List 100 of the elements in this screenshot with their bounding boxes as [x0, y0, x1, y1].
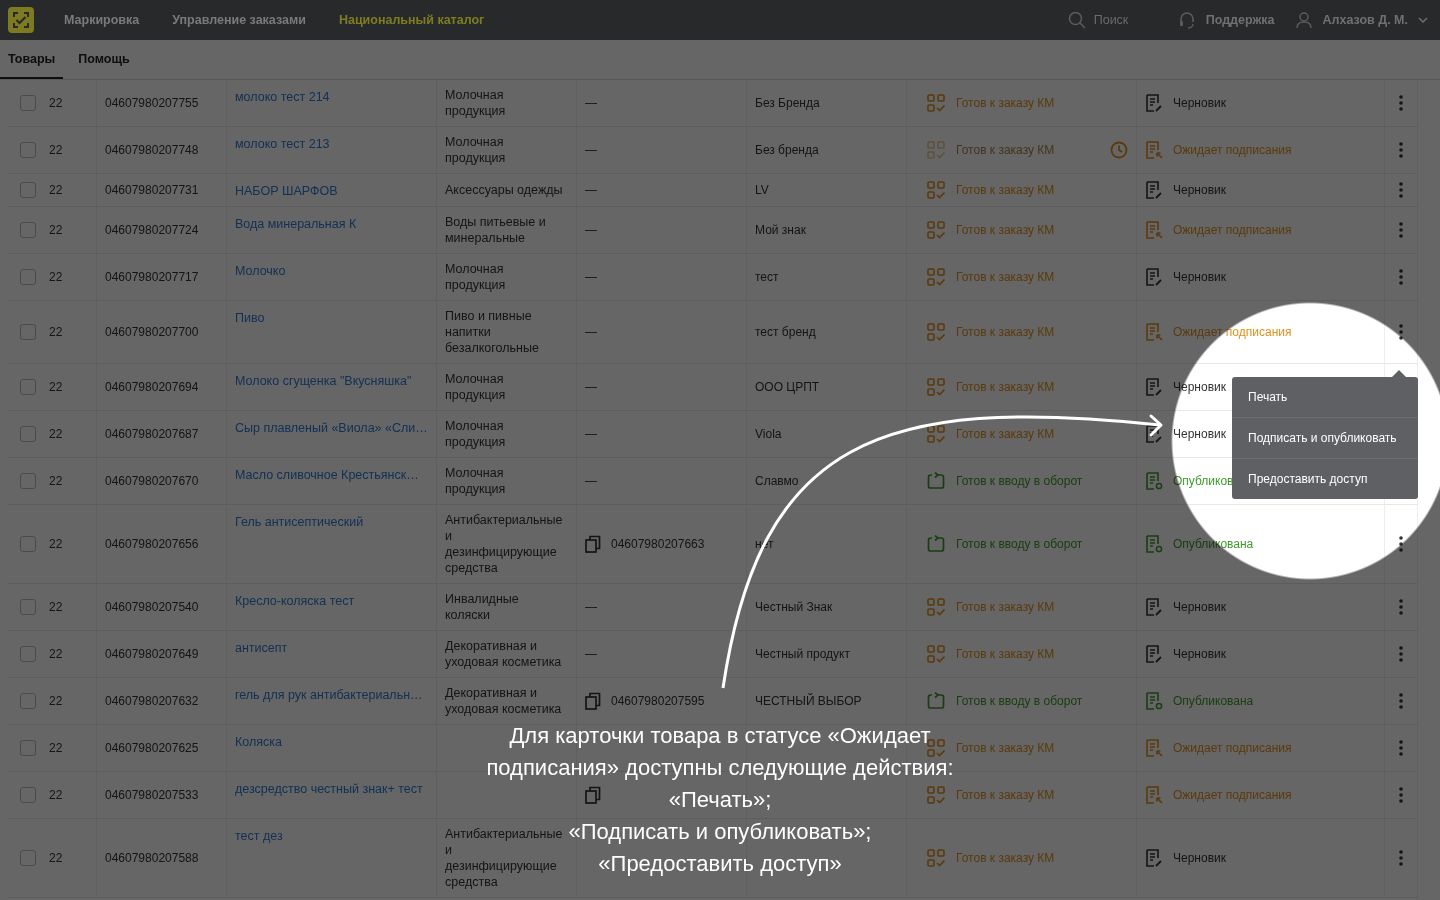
empty-dash: —	[585, 379, 597, 395]
document-badge-icon	[1145, 472, 1163, 490]
document-pencil-icon	[1145, 94, 1163, 112]
product-link[interactable]: тест дез	[235, 826, 283, 844]
nav-link[interactable]: Маркировка	[64, 13, 140, 27]
copy-icon	[585, 535, 601, 553]
date-text: 22	[49, 473, 63, 489]
date-text: 22	[49, 379, 63, 395]
checkbox[interactable]	[19, 142, 36, 158]
product-link[interactable]: Масло сливочное Крестьянск…	[235, 465, 419, 483]
checkbox[interactable]	[19, 95, 36, 111]
km-status-text: Готов к заказу КМ	[956, 426, 1055, 442]
nav-link[interactable]: Управление заказами	[172, 13, 306, 27]
product-link[interactable]: Кресло-коляска тест	[235, 591, 355, 609]
checkbox[interactable]	[19, 850, 36, 866]
headset-icon	[1177, 11, 1196, 29]
checkbox[interactable]	[19, 646, 36, 662]
category-text: Молочная продукция	[445, 465, 507, 497]
checkbox[interactable]	[19, 182, 36, 198]
kebab-icon	[1399, 850, 1403, 866]
card-status-text: Черновик	[1173, 850, 1226, 866]
clock-icon	[1110, 141, 1128, 159]
grid-check-icon	[927, 268, 945, 286]
card-status-text: Ожидает подписания	[1173, 740, 1292, 756]
kebab-icon	[1399, 536, 1403, 552]
checkbox[interactable]	[19, 473, 36, 489]
empty-dash: —	[585, 142, 597, 158]
checkbox[interactable]	[19, 426, 36, 442]
checkbox[interactable]	[19, 222, 36, 238]
km-status-text: Готов к вводу в оборот	[956, 693, 1083, 709]
empty-dash: —	[585, 182, 597, 198]
kebab-icon	[1399, 324, 1403, 340]
checkbox[interactable]	[19, 787, 36, 803]
product-link[interactable]: молоко тест 213	[235, 134, 330, 152]
checkbox[interactable]	[19, 324, 36, 340]
km-status-text: Готов к заказу КМ	[956, 95, 1055, 111]
product-link[interactable]: Гель антисептический	[235, 512, 364, 530]
support-link[interactable]: Поддержка	[1177, 11, 1275, 29]
menu-item[interactable]: Печать	[1232, 377, 1418, 417]
document-badge-icon	[1145, 692, 1163, 710]
tab[interactable]: Товары	[0, 40, 64, 79]
menu-item[interactable]: Подписать и опубликовать	[1232, 417, 1418, 458]
date-text: 22	[49, 536, 63, 552]
category-text: Воды питьевые и минеральные	[445, 214, 547, 246]
brand-text: Viola	[755, 426, 782, 442]
product-link[interactable]: гель для рук антибактериальн…	[235, 685, 423, 703]
checkbox[interactable]	[19, 740, 36, 756]
nav-link[interactable]: Национальный каталог	[338, 13, 485, 27]
gtin-text: 04607980207700	[105, 324, 199, 340]
tab[interactable]: Помощь	[70, 40, 138, 79]
product-link[interactable]: Молочко	[235, 261, 286, 279]
date-text: 22	[49, 324, 63, 340]
empty-dash: —	[585, 426, 597, 442]
gtin-text: 04607980207649	[105, 646, 199, 662]
checkbox[interactable]	[19, 536, 36, 552]
search-icon	[1067, 11, 1086, 29]
date-text: 22	[49, 95, 63, 111]
copy-icon	[585, 692, 601, 710]
user-menu[interactable]: Алхазов Д. М.	[1294, 11, 1428, 29]
date-text: 22	[49, 646, 63, 662]
km-status-text: Готов к вводу в оборот	[956, 536, 1083, 552]
brand-text: тест бренд	[755, 324, 816, 340]
kebab-icon	[1399, 740, 1403, 756]
product-link[interactable]: молоко тест 214	[235, 87, 330, 105]
product-link[interactable]: НАБОР ШАРФОВ	[235, 181, 338, 199]
document-badge-icon	[1145, 535, 1163, 553]
product-link[interactable]: Пиво	[235, 308, 265, 326]
menu-item[interactable]: Предоставить доступ	[1232, 458, 1418, 499]
product-link[interactable]: Сыр плавленый «Виола» «Сли…	[235, 418, 428, 436]
refresh-icon	[927, 472, 945, 490]
product-link[interactable]: антисепт	[235, 638, 288, 656]
card-status-text: Черновик	[1173, 95, 1226, 111]
grid-check-icon	[927, 181, 945, 199]
brand-text: тест	[755, 269, 779, 285]
caption-line: «Печать»;	[668, 786, 772, 814]
search-field[interactable]: Поиск	[1093, 13, 1158, 27]
km-status-text: Готов к заказу КМ	[956, 850, 1055, 866]
product-link[interactable]: Коляска	[235, 732, 282, 750]
product-link[interactable]: Вода минеральная К	[235, 214, 357, 232]
date-text: 22	[49, 740, 63, 756]
category-text: Декоративная и уходовая косметика	[445, 685, 563, 717]
kebab-icon	[1399, 182, 1403, 198]
gtin-text: 04607980207694	[105, 379, 199, 395]
empty-dash: —	[585, 95, 597, 111]
kebab-icon	[1399, 142, 1403, 158]
checkbox[interactable]	[19, 269, 36, 285]
product-link[interactable]: Молоко сгущенка "Вкусняшка"	[235, 371, 412, 389]
brand-text: Без бренда	[755, 142, 819, 158]
category-text: Декоративная и уходовая косметика	[445, 638, 563, 670]
product-link[interactable]: дезсредство честный знак+ тест	[235, 779, 423, 797]
user-icon	[1294, 11, 1313, 29]
category-text: Молочная продукция	[445, 87, 507, 119]
checkbox[interactable]	[19, 599, 36, 615]
document-pencil-icon	[1145, 425, 1163, 443]
document-arrow-icon	[1145, 786, 1163, 804]
kebab-icon	[1399, 269, 1403, 285]
refresh-icon	[927, 535, 945, 553]
card-status-text: Черновик	[1173, 269, 1226, 285]
checkbox[interactable]	[19, 693, 36, 709]
checkbox[interactable]	[19, 379, 36, 395]
